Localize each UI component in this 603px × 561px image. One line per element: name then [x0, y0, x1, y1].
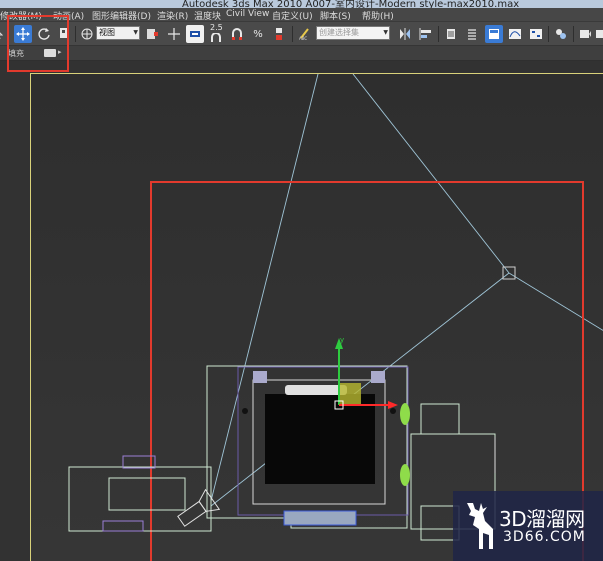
scene-explorer-button[interactable]: [463, 25, 481, 43]
globe-icon: [81, 28, 93, 40]
menu-graph-editors[interactable]: 图形编辑器(D): [92, 9, 151, 22]
select-and-manipulate-button[interactable]: [165, 25, 183, 43]
material-editor-icon: [556, 29, 566, 39]
layer-manager-button[interactable]: [442, 25, 460, 43]
ribbon-toggle-button[interactable]: [485, 25, 503, 43]
render-frame-icon: [595, 30, 603, 38]
schematic-view-button[interactable]: [527, 25, 545, 43]
keyboard-shortcut-override-button[interactable]: [186, 25, 204, 43]
toolbar-separator: [438, 26, 439, 42]
menu-block[interactable]: 温度块: [194, 9, 221, 22]
keyboard-icon: [190, 31, 200, 37]
select-icon: [0, 32, 3, 39]
svg-text:ABC: ABC: [299, 36, 307, 41]
menu-civil-view[interactable]: Civil View: [226, 9, 269, 19]
annotation-highlight-box: [7, 15, 69, 72]
pivot-center-icon: [147, 29, 158, 39]
spinner-snap-icon: [276, 28, 282, 40]
lamp-left: [242, 408, 248, 414]
nightstand-left: [253, 371, 267, 383]
wardrobe-outline: [420, 403, 460, 435]
angle-snap-button[interactable]: [228, 25, 246, 43]
magnet-icon: [211, 33, 221, 42]
layers-icon: [447, 29, 455, 39]
camera-line-top: [352, 74, 510, 274]
snap-value: 2.5: [210, 23, 223, 32]
main-toolbar: 视图 2.5 %: [0, 22, 603, 46]
render-frame-button-partial[interactable]: [594, 25, 603, 43]
align-button[interactable]: [417, 25, 435, 43]
scene-canvas: y: [68, 74, 603, 561]
select-tool-partial-button[interactable]: [0, 25, 4, 43]
mirror-icon: [400, 28, 410, 40]
ribbon-panel: 填充 ▸: [0, 46, 603, 61]
menu-rendering[interactable]: 渲染(R): [157, 9, 188, 22]
toolbar-separator: [573, 26, 574, 42]
pencil-abc-icon: ABC: [299, 28, 309, 41]
toolbar-separator: [292, 26, 293, 42]
bench: [283, 510, 357, 526]
curve-editor-button[interactable]: [506, 25, 524, 43]
menu-customize[interactable]: 自定义(U): [272, 9, 313, 22]
render-setup-button[interactable]: [576, 25, 594, 43]
window-title: Autodesk 3ds Max 2010 A007-室内设计-Modern s…: [182, 0, 520, 8]
watermark: 3D溜溜网 3D66.COM: [453, 491, 603, 561]
viewport-top[interactable]: y: [30, 73, 603, 561]
use-pivot-center-button[interactable]: [143, 25, 161, 43]
named-selection-set-dropdown[interactable]: 创建选择集: [316, 26, 390, 40]
watermark-domain: 3D66.COM: [503, 529, 586, 545]
bed-cover: [265, 394, 375, 484]
percent-icon: %: [253, 28, 263, 40]
align-icon: [419, 28, 431, 40]
bed-group: [237, 366, 409, 526]
menu-bar: 修改器(M) 动画(A) 图形编辑器(D) 渲染(R) 温度块 Civil Vi…: [0, 8, 603, 22]
plant-1: [400, 403, 410, 425]
snap-toggle-button[interactable]: 2.5: [208, 23, 226, 43]
ribbon-icon: [489, 29, 499, 39]
deer-logo-icon: [467, 503, 493, 549]
app-window: Autodesk 3ds Max 2010 A007-室内设计-Modern s…: [0, 0, 603, 561]
lamp-right: [390, 408, 396, 414]
title-bar: Autodesk 3ds Max 2010 A007-室内设计-Modern s…: [0, 0, 603, 8]
cabinet-outline: [102, 520, 144, 532]
nightstand-right: [371, 371, 385, 383]
manipulate-icon: [168, 28, 180, 40]
menu-scripting[interactable]: 脚本(S): [320, 9, 351, 22]
edit-named-selection-button[interactable]: ABC: [296, 25, 314, 43]
mirror-button[interactable]: [396, 25, 414, 43]
plant-2: [400, 464, 410, 486]
spinner-snap-button[interactable]: [270, 25, 288, 43]
curve-editor-icon: [509, 29, 521, 39]
gizmo-plane: [339, 383, 361, 405]
reference-coordinate-button[interactable]: [78, 25, 96, 43]
toolbar-separator: [75, 26, 76, 42]
pillows: [285, 385, 347, 395]
sofa-outline: [108, 477, 186, 511]
schematic-icon: [530, 29, 542, 39]
angle-snap-icon: [232, 28, 242, 40]
toolbar-separator: [548, 26, 549, 42]
reference-coordinate-dropdown[interactable]: 视图: [96, 26, 140, 40]
material-editor-button[interactable]: [552, 25, 570, 43]
watermark-brand: 3D溜溜网: [499, 507, 585, 531]
render-setup-icon: [580, 30, 591, 38]
camera-line-right: [508, 272, 603, 331]
percent-snap-button[interactable]: %: [249, 25, 267, 43]
list-icon: [468, 29, 476, 40]
menu-help[interactable]: 帮助(H): [362, 9, 394, 22]
svg-text:y: y: [340, 336, 344, 344]
